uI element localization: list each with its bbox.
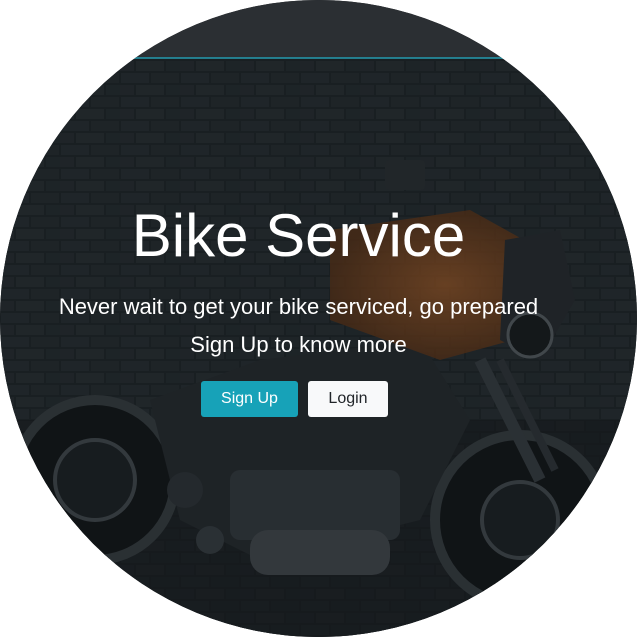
page-viewport: Bike Service Never wait to get your bike… xyxy=(0,0,637,637)
hero-subline: Sign Up to know more xyxy=(190,332,407,357)
hero-content: Bike Service Never wait to get your bike… xyxy=(0,0,597,637)
sign-up-button[interactable]: Sign Up xyxy=(201,381,298,417)
login-button[interactable]: Login xyxy=(308,381,388,417)
hero-tagline: Never wait to get your bike serviced, go… xyxy=(58,294,539,319)
page-title: Bike Service xyxy=(131,202,466,269)
